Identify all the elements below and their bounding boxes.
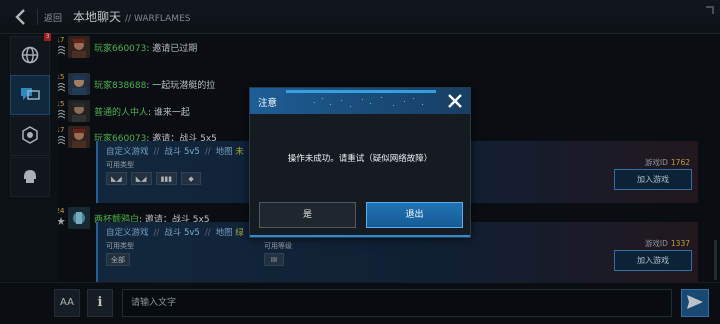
player-avatar[interactable] — [68, 126, 90, 148]
chat-bubbles-icon — [20, 85, 40, 106]
battle-label: 战斗 — [164, 147, 182, 157]
rank-star-icon — [58, 217, 65, 225]
dialog-message: 操作未成功。请重试（疑似网络故障） — [287, 154, 433, 164]
message-text: 邀请已过期 — [152, 44, 198, 54]
chat-input[interactable] — [122, 289, 672, 317]
type-tags: 全部 — [106, 253, 130, 266]
chat-title: 本地聊天 — [73, 10, 122, 24]
game-mode: 自定义游戏 — [106, 147, 149, 157]
join-game-button[interactable]: 加入游戏 — [614, 169, 692, 190]
squad-helmet-icon — [20, 166, 40, 189]
map-label: 地图 — [215, 147, 233, 157]
player-level: 15 — [58, 73, 65, 81]
type-tag: ◆ — [181, 172, 202, 185]
level-tags: III — [264, 253, 284, 266]
message-text: 一起玩潜艇的拉 — [152, 81, 216, 91]
rank-chevron-icon — [58, 46, 65, 55]
game-id-value: 1337 — [670, 239, 690, 248]
type-tag: 全部 — [106, 253, 130, 266]
dialog-title: 注意 — [258, 98, 278, 109]
game-id: 游戏ID 1762 — [645, 157, 690, 168]
header-sparkle-decoration — [314, 97, 423, 107]
dialog-bottom-accent — [250, 235, 470, 237]
level-tag: III — [264, 253, 284, 266]
rank-chevron-icon — [58, 136, 65, 145]
battle-size: 5v5 — [183, 228, 200, 238]
player-name[interactable]: 普通的人中人 — [94, 108, 148, 118]
type-tag: ▮▮▮ — [155, 172, 178, 185]
page-title: 本地聊天// WARFLAMES — [73, 8, 190, 25]
sidebar-item-clan[interactable] — [10, 116, 50, 156]
divider — [37, 9, 38, 25]
available-levels-label: 可用等级 — [264, 242, 292, 250]
player-avatar[interactable] — [68, 100, 90, 122]
type-tag: ◣◢ — [106, 172, 127, 185]
map-name: 绿 — [235, 228, 244, 238]
player-name[interactable]: 玩家660073 — [94, 44, 146, 54]
sidebar-item-squad[interactable] — [10, 157, 50, 197]
scrollbar[interactable] — [714, 240, 717, 280]
map-name: 未 — [235, 147, 244, 157]
player-level: 24 — [58, 207, 65, 215]
player-level: 17 — [58, 36, 65, 44]
error-dialog: 注意 操作未成功。请重试（疑似网络故障） 是 退出 — [249, 87, 471, 238]
game-id-label: 游戏ID — [644, 158, 668, 167]
type-tags: ◣◢ ◣◢ ▮▮▮ ◆ — [106, 172, 202, 185]
send-arrow-icon — [687, 294, 703, 312]
exit-button[interactable]: 退出 — [366, 202, 463, 228]
sidebar: 3 — [0, 33, 58, 324]
chat-message[interactable]: 17 玩家660073: 邀请已过期 — [58, 36, 458, 60]
rank-chevron-icon — [58, 110, 65, 119]
message-text: 谁来一起 — [153, 108, 190, 118]
yes-button[interactable]: 是 — [259, 202, 356, 228]
game-id: 游戏ID 1337 — [645, 238, 690, 249]
player-avatar[interactable] — [68, 207, 90, 229]
header-stripe — [286, 90, 436, 93]
info-button[interactable]: i — [87, 289, 113, 317]
battle-label: 战斗 — [164, 228, 182, 238]
available-types-label: 可用类型 — [106, 242, 134, 250]
game-id-label: 游戏ID — [644, 239, 668, 248]
player-avatar[interactable] — [68, 73, 90, 95]
player-name[interactable]: 玩家838688 — [94, 81, 146, 91]
top-bar: 返回 本地聊天// WARFLAMES — [0, 0, 720, 34]
globe-icon — [20, 45, 40, 68]
game-mode: 自定义游戏 — [106, 228, 149, 238]
back-label[interactable]: 返回 — [44, 11, 62, 24]
type-tag: ◣◢ — [130, 172, 152, 185]
input-bar: AA i — [0, 282, 720, 324]
game-subtitle: // WARFLAMES — [125, 14, 191, 24]
game-id-value: 1762 — [670, 158, 690, 167]
dialog-header: 注意 — [250, 88, 470, 114]
notification-badge: 3 — [44, 33, 51, 41]
back-arrow-icon[interactable] — [10, 6, 32, 28]
send-button[interactable] — [681, 289, 709, 317]
available-types-label: 可用类型 — [106, 161, 134, 169]
sidebar-item-local-chat[interactable] — [10, 75, 50, 115]
player-level: 15 — [58, 100, 65, 108]
battle-size: 5v5 — [183, 147, 200, 157]
clan-emblem-icon — [20, 125, 40, 148]
map-label: 地图 — [215, 228, 233, 238]
player-level: 17 — [58, 126, 65, 134]
join-game-button[interactable]: 加入游戏 — [614, 250, 692, 271]
rank-chevron-icon — [58, 83, 65, 92]
player-avatar[interactable] — [68, 36, 90, 58]
sidebar-item-world[interactable] — [10, 36, 50, 76]
font-size-button[interactable]: AA — [54, 289, 80, 317]
close-icon[interactable] — [446, 92, 464, 110]
corner-decoration — [706, 6, 714, 14]
